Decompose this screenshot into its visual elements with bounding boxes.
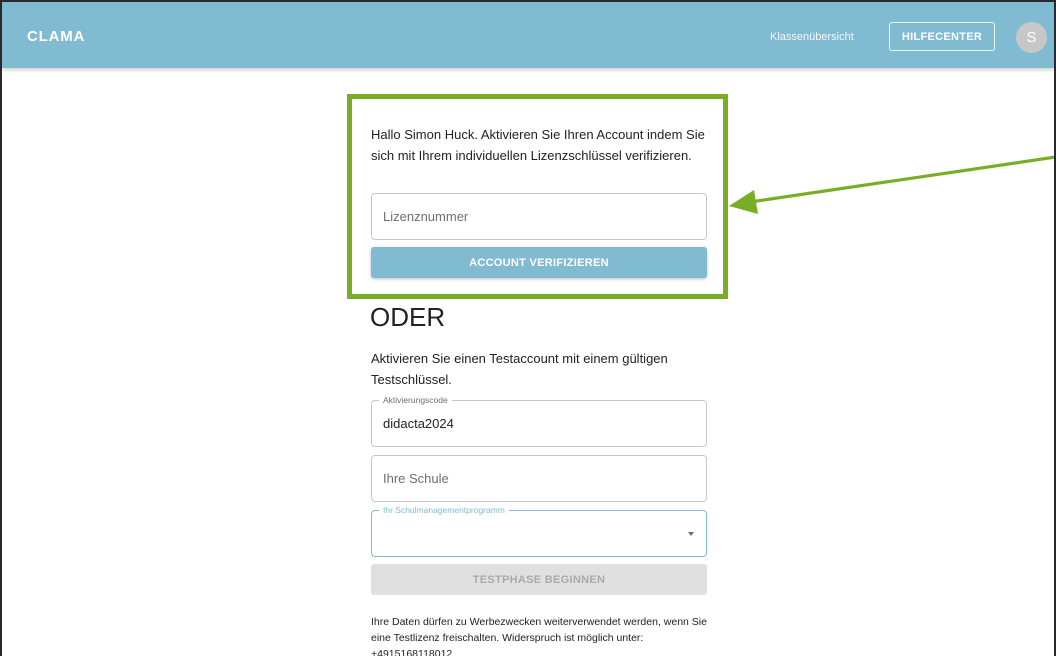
activation-code-input[interactable]: Aktivierungscode didacta2024 <box>371 395 707 447</box>
activation-code-label: Aktivierungscode <box>379 395 452 405</box>
or-divider-heading: ODER <box>370 302 446 332</box>
school-placeholder: Ihre Schule <box>383 471 449 486</box>
school-management-program-label: Ihr Schulmanagementprogramm <box>379 505 509 515</box>
app-window: CLAMA Klassenübersicht HILFECENTER S Hal… <box>0 0 1056 656</box>
privacy-notice-text: Ihre Daten dürfen zu Werbezwecken weiter… <box>371 616 707 656</box>
trial-intro-text: Aktivieren Sie einen Testaccount mit ein… <box>371 351 668 387</box>
start-trial-button[interactable]: TESTPHASE BEGINNEN <box>371 564 707 595</box>
school-management-program-select[interactable]: Ihr Schulmanagementprogramm <box>371 505 707 557</box>
annotation-arrow <box>729 155 1054 214</box>
chevron-down-icon[interactable] <box>688 532 694 536</box>
activation-code-value: didacta2024 <box>383 416 454 431</box>
school-input[interactable]: Ihre Schule <box>371 455 707 502</box>
